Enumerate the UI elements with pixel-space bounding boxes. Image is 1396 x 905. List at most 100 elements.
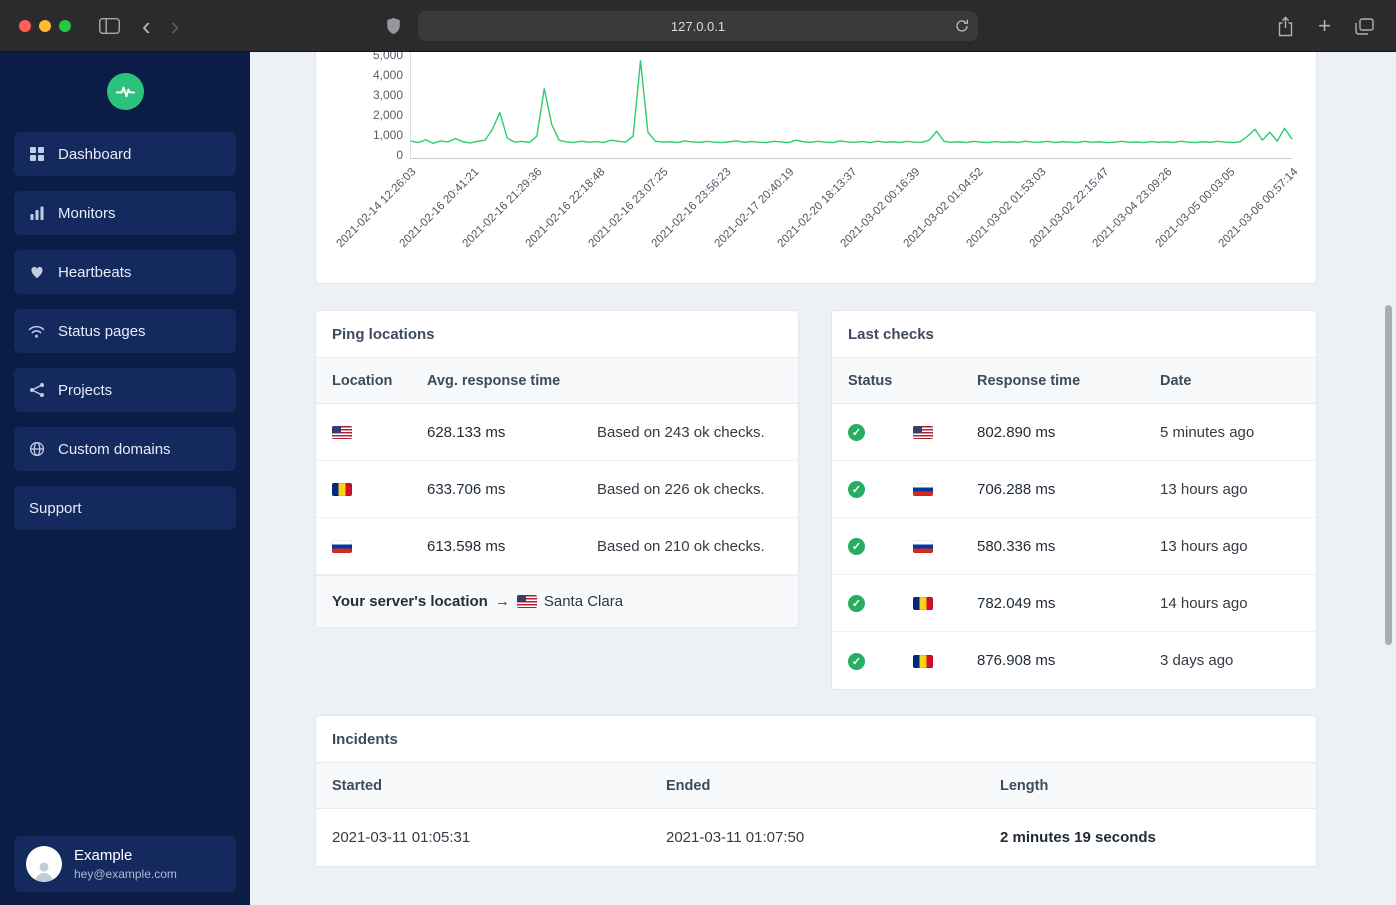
- column-header-location: Location: [332, 372, 393, 389]
- last-checks-card: Last checks Status Response time Date ✓ …: [831, 310, 1317, 690]
- wifi-icon: [28, 323, 45, 340]
- tabs-icon: [1355, 17, 1374, 35]
- check-date: 13 hours ago: [1160, 480, 1248, 498]
- privacy-shield-icon[interactable]: [386, 17, 401, 40]
- sidebar-item-status-pages[interactable]: Status pages: [14, 309, 236, 353]
- sidebar-item-label: Support: [29, 499, 82, 517]
- flag-icon: [913, 597, 933, 611]
- avatar: [26, 846, 62, 882]
- sidebar-toggle-button[interactable]: [99, 17, 120, 34]
- url-text: 127.0.0.1: [670, 18, 726, 34]
- server-location-footer: Your server's location → Santa Clara: [316, 575, 798, 627]
- flag-icon: [913, 540, 933, 554]
- app-sidebar: Dashboard Monitors Heartbeats Status pag…: [0, 52, 250, 905]
- y-axis-tick: 2,000: [372, 108, 403, 122]
- sidebar-item-dashboard[interactable]: Dashboard: [14, 132, 236, 176]
- y-axis-tick: 3,000: [372, 88, 403, 102]
- response-time: 876.908 ms: [977, 652, 1056, 669]
- address-bar[interactable]: 127.0.0.1: [418, 11, 978, 41]
- flag-icon: [913, 483, 933, 497]
- card-title: Ping locations: [316, 311, 798, 358]
- sidebar-item-label: Heartbeats: [58, 263, 132, 281]
- sidebar-nav: Dashboard Monitors Heartbeats Status pag…: [0, 132, 250, 530]
- ok-checks-note: Based on 243 ok checks.: [597, 423, 765, 441]
- sidebar-item-projects[interactable]: Projects: [14, 368, 236, 412]
- avg-response-time: 633.706 ms: [427, 480, 506, 498]
- response-time: 580.336 ms: [977, 537, 1056, 555]
- response-time-chart: 5,000 4,000 3,000 2,000 1,000 0: [373, 52, 1292, 162]
- incident-length: 2 minutes 19 seconds: [1000, 829, 1156, 846]
- arrow-right-icon: →: [494, 593, 510, 610]
- response-time: 802.890 ms: [977, 423, 1056, 441]
- vertical-scrollbar[interactable]: [1385, 305, 1392, 645]
- column-header-response-time: Response time: [977, 372, 1081, 389]
- sidebar-item-monitors[interactable]: Monitors: [14, 191, 236, 235]
- minimize-window-button[interactable]: [39, 19, 51, 32]
- response-time-line: [411, 61, 1292, 143]
- flag-icon: [332, 540, 352, 554]
- status-ok-icon: ✓: [848, 538, 865, 555]
- flag-icon: [913, 654, 933, 668]
- forward-button[interactable]: ›: [171, 13, 180, 39]
- table-row: ✓ 706.288 ms 13 hours ago: [832, 461, 1316, 518]
- sidebar-item-label: Status pages: [58, 322, 146, 340]
- y-axis-tick: 0: [396, 148, 403, 162]
- table-row: ✓ 580.336 ms 13 hours ago: [832, 518, 1316, 575]
- share-button[interactable]: [1277, 15, 1294, 37]
- incident-started: 2021-03-11 01:05:31: [332, 829, 471, 846]
- person-icon: [35, 862, 53, 882]
- zoom-window-button[interactable]: [59, 19, 71, 32]
- ping-locations-card: Ping locations Location Avg. response ti…: [315, 310, 799, 628]
- check-date: 5 minutes ago: [1160, 423, 1255, 441]
- user-account-card[interactable]: Example hey@example.com: [14, 836, 236, 892]
- close-window-button[interactable]: [19, 19, 31, 32]
- reload-button[interactable]: [955, 19, 969, 36]
- y-axis-tick: 1,000: [372, 128, 403, 142]
- browser-window: ‹ › 127.0.0.1 + Dashboard Monitors Heart…: [0, 0, 1396, 905]
- app-logo[interactable]: [106, 73, 144, 110]
- incident-ended: 2021-03-11 01:07:50: [666, 829, 805, 846]
- status-ok-icon: ✓: [848, 652, 865, 670]
- sidebar-item-label: Dashboard: [58, 145, 132, 163]
- main-content: 5,000 4,000 3,000 2,000 1,000 0 2021-02-14 12…: [250, 52, 1396, 905]
- y-axis-tick: 4,000: [372, 68, 403, 82]
- window-controls: [19, 19, 71, 32]
- share-icon: [1278, 15, 1293, 36]
- server-location-label: Your server's location: [332, 593, 488, 610]
- check-date: 14 hours ago: [1160, 594, 1248, 612]
- sidebar-item-label: Monitors: [58, 204, 116, 222]
- flag-icon: [332, 483, 352, 497]
- table-header-row: Started Ended Length: [316, 763, 1316, 809]
- sidebar-item-support[interactable]: Support: [14, 486, 236, 530]
- table-row: ✓ 876.908 ms 3 days ago: [832, 632, 1316, 689]
- browser-toolbar: ‹ › 127.0.0.1 +: [0, 0, 1396, 52]
- sidebar-item-label: Custom domains: [58, 440, 171, 458]
- user-email: hey@example.com: [74, 867, 177, 881]
- new-tab-button[interactable]: +: [1318, 15, 1331, 37]
- back-button[interactable]: ‹: [142, 13, 151, 39]
- card-title: Last checks: [832, 311, 1316, 358]
- x-axis-labels: 2021-02-14 12:26:03 2021-02-16 20:41:21 20…: [334, 159, 1300, 275]
- table-row: 633.706 ms Based on 226 ok checks.: [316, 461, 798, 518]
- server-location-city: Santa Clara: [543, 593, 624, 610]
- status-ok-icon: ✓: [848, 595, 865, 612]
- toolbar-right-actions: +: [1277, 0, 1374, 52]
- sidebar-item-custom-domains[interactable]: Custom domains: [14, 427, 236, 471]
- column-header-date: Date: [1160, 372, 1192, 389]
- column-header-length: Length: [1000, 777, 1049, 794]
- column-header-started: Started: [332, 777, 382, 794]
- tab-overview-button[interactable]: [1355, 17, 1374, 35]
- table-row: ✓ 802.890 ms 5 minutes ago: [832, 404, 1316, 461]
- check-date: 13 hours ago: [1160, 537, 1248, 555]
- flag-icon: [913, 426, 933, 440]
- avg-response-time: 613.598 ms: [427, 537, 506, 555]
- grid-icon: [28, 146, 45, 163]
- check-date: 3 days ago: [1160, 652, 1234, 669]
- pulse-icon: [115, 86, 135, 98]
- column-header-avg-response: Avg. response time: [427, 372, 561, 389]
- sidebar-item-heartbeats[interactable]: Heartbeats: [14, 250, 236, 294]
- ok-checks-note: Based on 210 ok checks.: [597, 537, 765, 555]
- sidebar-item-label: Projects: [58, 381, 113, 399]
- column-header-status: Status: [848, 372, 893, 389]
- column-header-ended: Ended: [666, 777, 711, 794]
